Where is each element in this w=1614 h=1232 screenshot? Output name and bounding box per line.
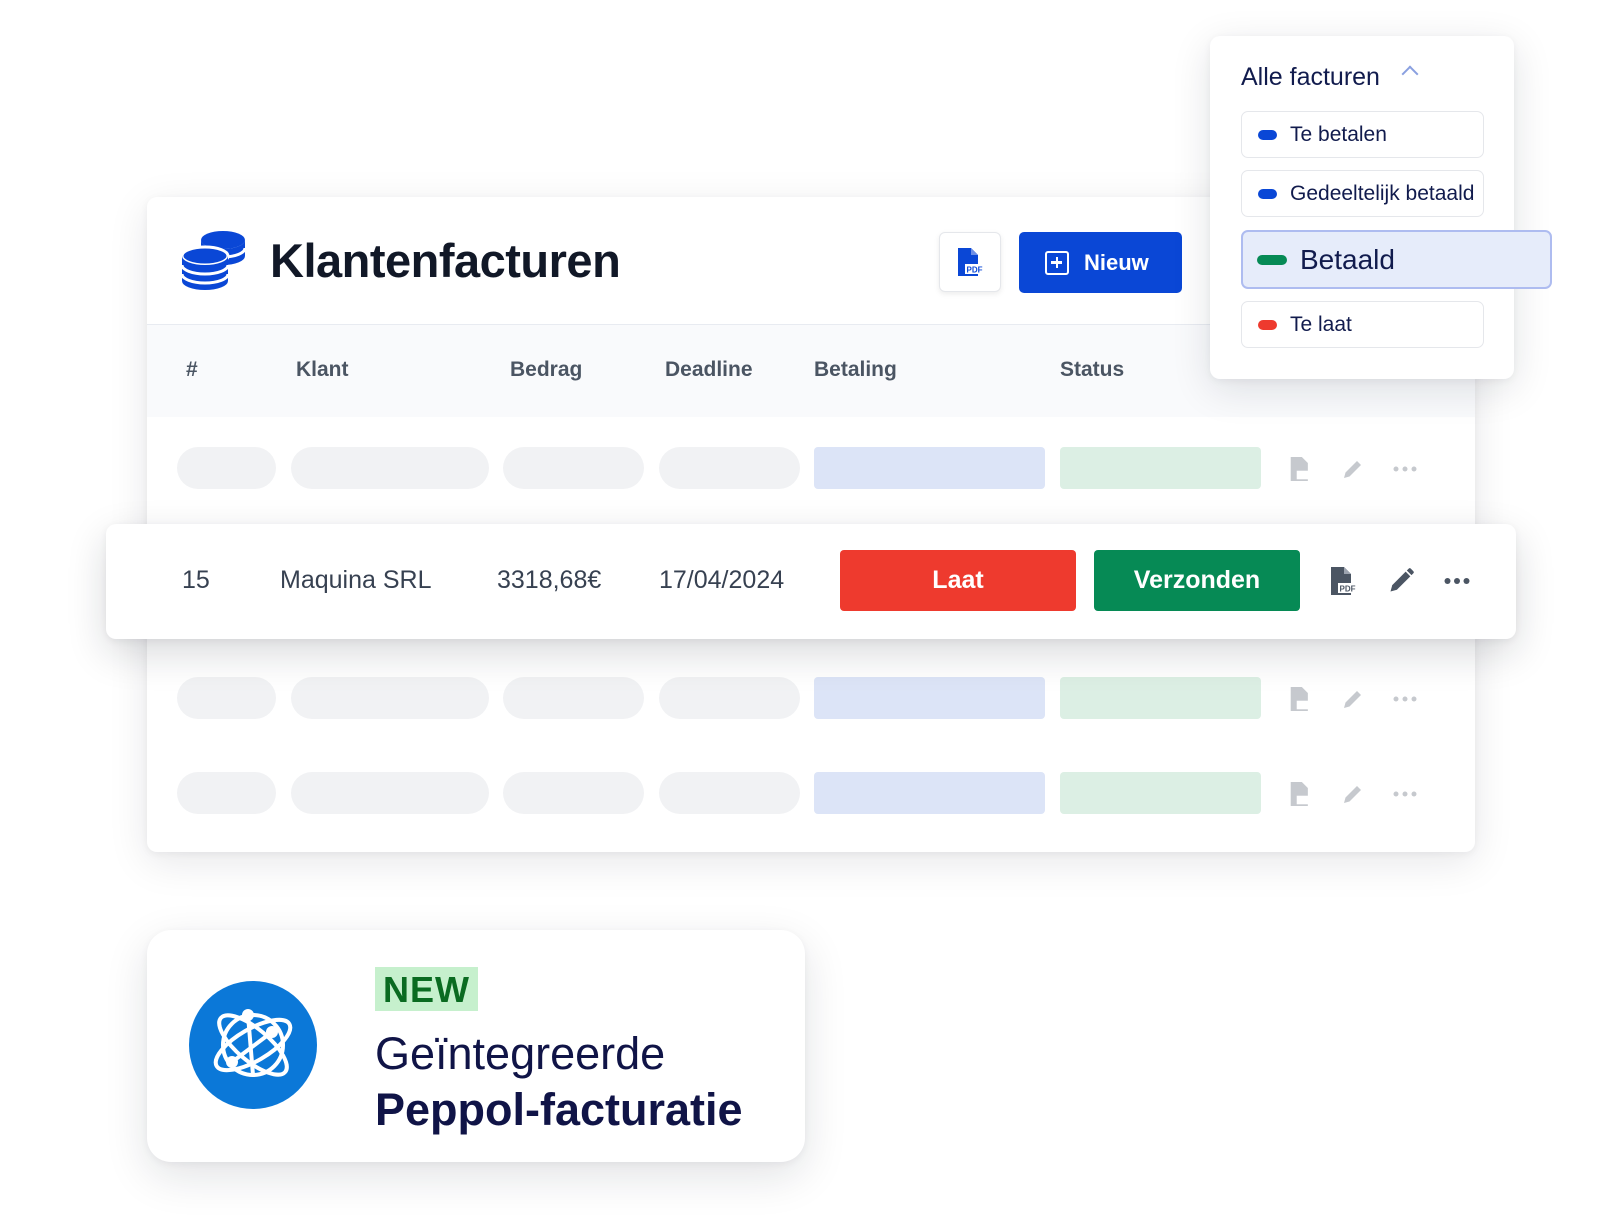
invoice-deadline: 17/04/2024 xyxy=(659,566,785,594)
table-row-placeholder xyxy=(147,677,1475,719)
pdf-icon[interactable]: PDF xyxy=(1328,565,1358,597)
skeleton-cell xyxy=(503,772,644,814)
column-amount[interactable]: Bedrag xyxy=(510,358,582,382)
page-title: Klantenfacturen xyxy=(270,234,621,287)
pencil-icon[interactable] xyxy=(1340,456,1366,482)
status-dot-icon xyxy=(1258,319,1277,330)
payment-status-badge[interactable]: Laat xyxy=(840,550,1076,611)
filter-option-te-laat[interactable]: Te laat xyxy=(1241,301,1484,348)
promo-heading-line1: Geïntegreerde xyxy=(375,1028,666,1079)
skeleton-cell xyxy=(659,677,800,719)
skeleton-cell xyxy=(291,677,489,719)
pencil-icon[interactable] xyxy=(1340,781,1366,807)
skeleton-payment xyxy=(814,772,1045,814)
more-icon[interactable] xyxy=(1392,686,1418,712)
skeleton-cell xyxy=(291,772,489,814)
filter-option-label: Gedeeltelijk betaald xyxy=(1290,181,1475,205)
filter-option-label: Betaald xyxy=(1300,243,1395,275)
new-badge: NEW xyxy=(375,967,478,1011)
globe-network-icon xyxy=(189,981,317,1109)
skeleton-cell xyxy=(177,677,276,719)
filter-option-betaald[interactable]: Betaald xyxy=(1241,230,1552,289)
filter-option-gedeeltelijk-betaald[interactable]: Gedeeltelijk betaald xyxy=(1241,170,1484,217)
pdf-icon: PDF xyxy=(958,248,984,276)
skeleton-cell xyxy=(503,447,644,489)
table-row-placeholder xyxy=(147,447,1475,489)
skeleton-cell xyxy=(503,677,644,719)
chevron-up-icon[interactable] xyxy=(1401,65,1419,83)
status-dot-icon xyxy=(1257,254,1287,265)
svg-text:PDF: PDF xyxy=(1340,585,1356,594)
skeleton-cell xyxy=(659,772,800,814)
status-dot-icon xyxy=(1258,129,1277,140)
promo-heading-line2: Peppol-facturatie xyxy=(375,1084,743,1135)
skeleton-status xyxy=(1060,677,1261,719)
more-icon[interactable] xyxy=(1392,456,1418,482)
status-dot-icon xyxy=(1258,188,1277,199)
invoice-client: Maquina SRL xyxy=(280,566,432,594)
coins-icon xyxy=(181,231,247,290)
filter-dropdown-toggle[interactable]: Alle facturen xyxy=(1241,62,1380,92)
invoice-filter-dropdown: Alle facturen Te betalen Gedeeltelijk be… xyxy=(1210,36,1552,379)
more-icon[interactable] xyxy=(1392,781,1418,807)
pdf-icon[interactable] xyxy=(1288,781,1314,807)
column-number[interactable]: # xyxy=(186,358,198,382)
new-button-label: Nieuw xyxy=(1084,249,1149,275)
peppol-promo-card: NEW Geïntegreerde Peppol-facturatie xyxy=(147,930,805,1162)
skeleton-status xyxy=(1060,447,1261,489)
invoice-status-badge[interactable]: Verzonden xyxy=(1094,550,1300,611)
skeleton-status xyxy=(1060,772,1261,814)
pencil-icon[interactable] xyxy=(1340,686,1366,712)
skeleton-cell xyxy=(659,447,800,489)
pencil-icon[interactable] xyxy=(1386,565,1416,597)
svg-text:PDF: PDF xyxy=(967,266,983,275)
skeleton-payment xyxy=(814,447,1045,489)
invoice-row-highlighted[interactable]: 15 Maquina SRL 3318,68€ 17/04/2024 Laat … xyxy=(106,524,1516,639)
column-status[interactable]: Status xyxy=(1060,358,1124,382)
filter-option-label: Te laat xyxy=(1290,312,1352,336)
column-client[interactable]: Klant xyxy=(296,358,349,382)
filter-option-label: Te betalen xyxy=(1290,122,1387,146)
skeleton-cell xyxy=(291,447,489,489)
new-invoice-button[interactable]: Nieuw xyxy=(1019,232,1182,293)
skeleton-payment xyxy=(814,677,1045,719)
plus-icon xyxy=(1045,250,1069,275)
filter-option-te-betalen[interactable]: Te betalen xyxy=(1241,111,1484,158)
skeleton-cell xyxy=(177,772,276,814)
skeleton-cell xyxy=(177,447,276,489)
more-icon[interactable] xyxy=(1442,565,1472,597)
invoice-number: 15 xyxy=(182,566,210,594)
invoice-amount: 3318,68€ xyxy=(497,566,602,594)
pdf-icon[interactable] xyxy=(1288,686,1314,712)
column-deadline[interactable]: Deadline xyxy=(665,358,753,382)
column-payment[interactable]: Betaling xyxy=(814,358,897,382)
table-row-placeholder xyxy=(147,772,1475,814)
export-pdf-button[interactable]: PDF xyxy=(939,232,1001,292)
pdf-icon[interactable] xyxy=(1288,456,1314,482)
